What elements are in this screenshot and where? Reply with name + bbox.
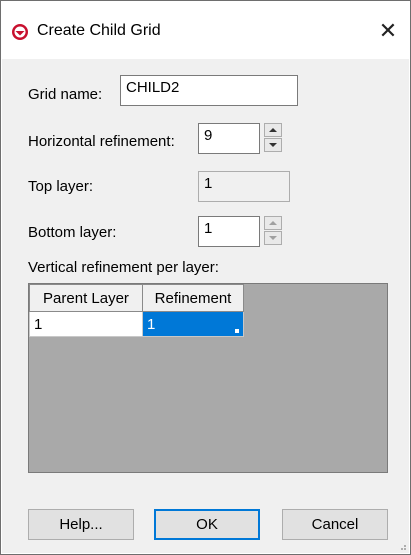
grid-name-input[interactable]: CHILD2 <box>120 75 298 106</box>
cell-refinement[interactable]: 1 <box>142 311 244 337</box>
table-header-row: Parent Layer Refinement <box>29 284 244 312</box>
vertical-refinement-label: Vertical refinement per layer: <box>28 259 219 276</box>
create-child-grid-dialog: Create Child Grid ✕ Grid name: CHILD2 Ho… <box>0 0 411 555</box>
column-header-refinement[interactable]: Refinement <box>142 284 244 312</box>
horizontal-refinement-input[interactable]: 9 <box>198 123 260 154</box>
spin-up-icon <box>264 216 282 230</box>
spin-down-icon[interactable] <box>264 138 282 152</box>
top-layer-field: 1 <box>198 171 290 202</box>
grid-name-label: Grid name: <box>28 86 103 103</box>
window-title: Create Child Grid <box>37 22 161 39</box>
title-bar: Create Child Grid ✕ <box>1 1 410 61</box>
spin-up-icon[interactable] <box>264 123 282 137</box>
app-icon <box>12 24 28 40</box>
cancel-button[interactable]: Cancel <box>282 509 388 540</box>
ok-button[interactable]: OK <box>154 509 260 540</box>
horizontal-refinement-label: Horizontal refinement: <box>28 133 175 150</box>
bottom-layer-input[interactable]: 1 <box>198 216 260 247</box>
table-row: 1 1 <box>29 311 244 337</box>
horizontal-refinement-spinner[interactable] <box>264 123 282 152</box>
dialog-body: Grid name: CHILD2 Horizontal refinement:… <box>2 59 409 553</box>
resize-grip-icon[interactable] <box>397 541 407 551</box>
bottom-layer-label: Bottom layer: <box>28 224 117 241</box>
bottom-layer-spinner <box>264 216 282 245</box>
column-header-parent-layer[interactable]: Parent Layer <box>29 284 143 312</box>
top-layer-label: Top layer: <box>28 178 94 195</box>
cell-parent-layer[interactable]: 1 <box>29 311 143 337</box>
close-icon[interactable]: ✕ <box>366 11 410 51</box>
spin-down-icon <box>264 231 282 245</box>
vertical-refinement-table[interactable]: Parent Layer Refinement 1 1 <box>28 283 388 473</box>
help-button[interactable]: Help... <box>28 509 134 540</box>
